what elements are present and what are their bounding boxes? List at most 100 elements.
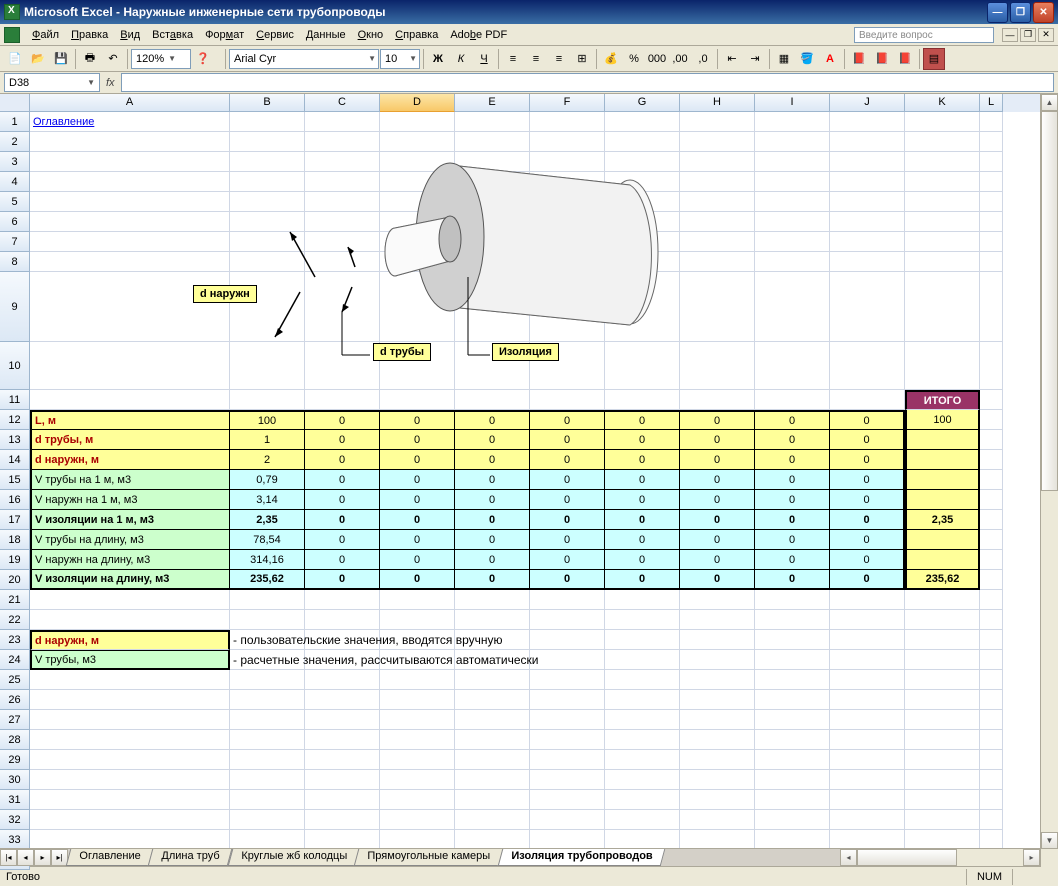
table-cell[interactable]: 0 bbox=[305, 550, 380, 570]
column-header-D[interactable]: D bbox=[380, 94, 455, 112]
minimize-button[interactable]: — bbox=[987, 2, 1008, 23]
mdi-restore[interactable]: ❐ bbox=[1020, 28, 1036, 42]
table-cell[interactable]: 0 bbox=[830, 550, 905, 570]
row-header-31[interactable]: 31 bbox=[0, 790, 30, 810]
table-cell[interactable]: 0 bbox=[380, 510, 455, 530]
sheet-tab[interactable]: Прямоугольные камеры bbox=[354, 849, 503, 866]
menu-view[interactable]: Вид bbox=[114, 27, 146, 43]
table-cell[interactable]: 0 bbox=[680, 550, 755, 570]
sheet-tab[interactable]: Изоляция трубопроводов bbox=[498, 849, 666, 866]
menu-window[interactable]: Окно bbox=[352, 27, 390, 43]
table-cell[interactable]: 0 bbox=[755, 430, 830, 450]
scroll-down-button[interactable]: ▼ bbox=[1041, 832, 1058, 849]
row-header-9[interactable]: 9 bbox=[0, 272, 30, 342]
maximize-button[interactable]: ❐ bbox=[1010, 2, 1031, 23]
table-cell[interactable]: 0 bbox=[830, 490, 905, 510]
table-cell[interactable]: 0 bbox=[530, 530, 605, 550]
underline-icon[interactable]: Ч bbox=[473, 48, 495, 70]
column-header-I[interactable]: I bbox=[755, 94, 830, 112]
column-header-J[interactable]: J bbox=[830, 94, 905, 112]
table-cell[interactable]: 0 bbox=[680, 510, 755, 530]
increase-indent-icon[interactable]: ⇥ bbox=[744, 48, 766, 70]
pdf-convert-icon[interactable]: 📕 bbox=[848, 48, 870, 70]
table-cell[interactable]: 0 bbox=[755, 490, 830, 510]
table-cell[interactable]: 3,14 bbox=[230, 490, 305, 510]
table-cell[interactable]: 0 bbox=[680, 570, 755, 590]
row-header-29[interactable]: 29 bbox=[0, 750, 30, 770]
font-combo[interactable]: Arial Cyr▼ bbox=[229, 49, 379, 69]
table-cell[interactable]: 314,16 bbox=[230, 550, 305, 570]
sheet-tab[interactable]: Оглавление bbox=[66, 849, 154, 866]
increase-decimal-icon[interactable]: ,00 bbox=[669, 48, 691, 70]
column-header-C[interactable]: C bbox=[305, 94, 380, 112]
row-header-30[interactable]: 30 bbox=[0, 770, 30, 790]
table-cell[interactable]: 0 bbox=[755, 410, 830, 430]
table-cell[interactable]: 0 bbox=[830, 530, 905, 550]
column-header-L[interactable]: L bbox=[980, 94, 1003, 112]
menu-file[interactable]: Файл bbox=[26, 27, 65, 43]
menu-adobe[interactable]: Adobe PDF bbox=[444, 27, 513, 43]
table-cell[interactable]: 0 bbox=[455, 570, 530, 590]
help-icon[interactable]: ❓ bbox=[192, 48, 214, 70]
decrease-decimal-icon[interactable]: ,0 bbox=[692, 48, 714, 70]
table-cell[interactable]: 0 bbox=[455, 510, 530, 530]
align-left-icon[interactable]: ≡ bbox=[502, 48, 524, 70]
comma-icon[interactable]: 000 bbox=[646, 48, 668, 70]
row-header-10[interactable]: 10 bbox=[0, 342, 30, 390]
select-all-corner[interactable] bbox=[0, 94, 30, 112]
align-center-icon[interactable]: ≡ bbox=[525, 48, 547, 70]
name-box[interactable]: D38▼ bbox=[4, 73, 100, 92]
horizontal-scrollbar[interactable]: ◂ ▸ bbox=[840, 849, 1040, 866]
sheet-tab[interactable]: Длина труб bbox=[148, 849, 233, 866]
tab-nav-prev[interactable]: ◂ bbox=[17, 849, 34, 866]
table-cell[interactable]: 2,35 bbox=[230, 510, 305, 530]
row-header-19[interactable]: 19 bbox=[0, 550, 30, 570]
row-header-4[interactable]: 4 bbox=[0, 172, 30, 192]
table-cell[interactable]: 0 bbox=[530, 510, 605, 530]
table-cell[interactable]: 0 bbox=[605, 530, 680, 550]
table-cell[interactable]: 0 bbox=[605, 490, 680, 510]
table-cell[interactable]: 235,62 bbox=[230, 570, 305, 590]
table-cell[interactable]: 0 bbox=[830, 470, 905, 490]
row-header-14[interactable]: 14 bbox=[0, 450, 30, 470]
table-cell[interactable]: 0 bbox=[305, 510, 380, 530]
table-cell[interactable]: 0 bbox=[755, 570, 830, 590]
row-header-1[interactable]: 1 bbox=[0, 112, 30, 132]
scroll-thumb-horizontal[interactable] bbox=[857, 849, 957, 866]
overflow-icon[interactable]: ▤ bbox=[923, 48, 945, 70]
table-cell[interactable]: 0 bbox=[305, 530, 380, 550]
table-cell[interactable]: 0 bbox=[755, 530, 830, 550]
bold-icon[interactable]: Ж bbox=[427, 48, 449, 70]
column-header-H[interactable]: H bbox=[680, 94, 755, 112]
table-cell[interactable]: 0 bbox=[380, 570, 455, 590]
column-header-A[interactable]: A bbox=[30, 94, 230, 112]
row-header-5[interactable]: 5 bbox=[0, 192, 30, 212]
menu-insert[interactable]: Вставка bbox=[146, 27, 199, 43]
tab-nav-first[interactable]: |◂ bbox=[0, 849, 17, 866]
row-header-7[interactable]: 7 bbox=[0, 232, 30, 252]
table-cell[interactable]: 0 bbox=[605, 550, 680, 570]
row-header-20[interactable]: 20 bbox=[0, 570, 30, 590]
table-cell[interactable]: 0 bbox=[455, 550, 530, 570]
table-cell[interactable]: 0 bbox=[455, 490, 530, 510]
table-cell[interactable]: 0 bbox=[605, 570, 680, 590]
align-right-icon[interactable]: ≡ bbox=[548, 48, 570, 70]
table-cell[interactable]: 0 bbox=[530, 550, 605, 570]
table-cell[interactable]: 0 bbox=[530, 570, 605, 590]
font-size-combo[interactable]: 10▼ bbox=[380, 49, 420, 69]
decrease-indent-icon[interactable]: ⇤ bbox=[721, 48, 743, 70]
menu-data[interactable]: Данные bbox=[300, 27, 352, 43]
pdf-email-icon[interactable]: 📕 bbox=[871, 48, 893, 70]
menu-format[interactable]: Формат bbox=[199, 27, 250, 43]
row-header-16[interactable]: 16 bbox=[0, 490, 30, 510]
table-cell[interactable]: 78,54 bbox=[230, 530, 305, 550]
row-header-15[interactable]: 15 bbox=[0, 470, 30, 490]
open-icon[interactable]: 📂 bbox=[27, 48, 49, 70]
table-cell[interactable]: 0 bbox=[380, 550, 455, 570]
table-cell[interactable]: 0 bbox=[755, 450, 830, 470]
row-header-17[interactable]: 17 bbox=[0, 510, 30, 530]
fx-icon[interactable]: fx bbox=[106, 77, 115, 89]
table-cell[interactable]: 0 bbox=[830, 510, 905, 530]
row-header-11[interactable]: 11 bbox=[0, 390, 30, 410]
row-header-12[interactable]: 12 bbox=[0, 410, 30, 430]
